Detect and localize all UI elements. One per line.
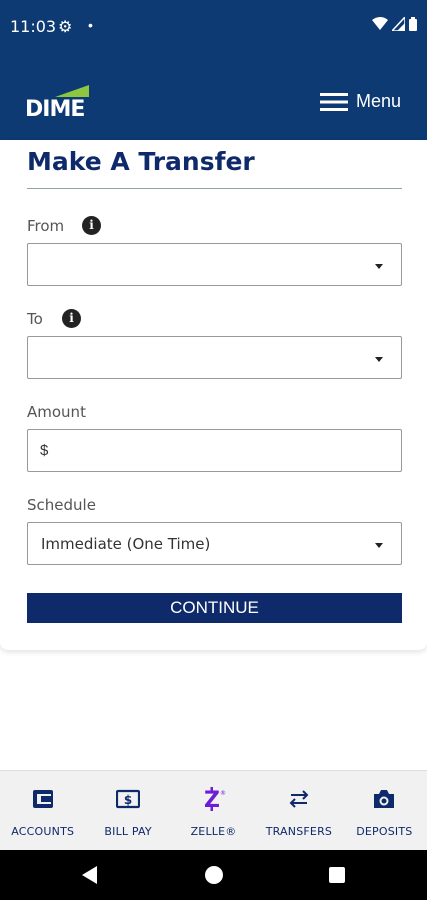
schedule-select[interactable]: Immediate (One Time) — [27, 522, 402, 565]
back-triangle-icon[interactable] — [82, 866, 97, 884]
amount-field[interactable]: $ — [27, 429, 402, 472]
nav-transfers[interactable]: TRANSFERS — [256, 771, 341, 850]
notification-dot-icon: • — [88, 17, 93, 33]
nav-deposits-label: DEPOSITS — [356, 825, 413, 838]
menu-label: Menu — [355, 91, 401, 111]
status-icons — [372, 17, 417, 31]
nav-zelle[interactable]: Z ® ZELLE® — [171, 771, 256, 850]
bill-icon: $ — [116, 787, 141, 811]
settings-gear-icon: ⚙ — [58, 19, 73, 36]
from-account-select[interactable] — [27, 243, 402, 286]
page-title: Make A Transfer — [27, 147, 255, 176]
recent-apps-square-icon[interactable] — [329, 867, 345, 883]
chevron-down-icon — [375, 264, 383, 269]
nav-zelle-label: ZELLE® — [190, 825, 237, 838]
to-label: To — [27, 310, 43, 328]
title-divider — [27, 188, 402, 189]
menu-button[interactable]: Menu — [319, 91, 401, 112]
hamburger-icon — [319, 92, 348, 111]
home-circle-icon[interactable] — [205, 866, 223, 884]
nav-bill-pay[interactable]: $ BILL PAY — [85, 771, 170, 850]
status-time: 11:03 — [10, 17, 57, 36]
zelle-icon: Z ® — [202, 787, 226, 811]
battery-icon — [409, 17, 417, 31]
chevron-down-icon — [375, 543, 383, 548]
currency-prefix: $ — [40, 442, 49, 459]
bottom-nav: ACCOUNTS $ BILL PAY Z ® ZELLE® TRANSFERS … — [0, 770, 427, 850]
nav-transfers-label: TRANSFERS — [265, 825, 333, 838]
from-label: From — [27, 217, 65, 235]
app-header: DIME Menu — [0, 55, 427, 140]
cell-signal-icon — [392, 17, 405, 31]
status-bar: 11:03 ⚙ • — [0, 0, 427, 55]
to-info-icon[interactable]: i — [62, 309, 81, 328]
chevron-down-icon — [375, 357, 383, 362]
continue-button[interactable]: CONTINUE — [27, 593, 402, 623]
from-info-icon[interactable]: i — [82, 216, 101, 235]
wallet-icon — [32, 787, 54, 811]
transfer-form-card: Make A Transfer From i To i Amount $ Sch… — [0, 140, 427, 650]
amount-input[interactable] — [56, 431, 396, 470]
system-nav-bar — [0, 850, 427, 900]
logo-text: DIME — [25, 97, 85, 122]
camera-icon — [372, 787, 396, 811]
nav-accounts-label: ACCOUNTS — [11, 825, 75, 838]
svg-text:$: $ — [124, 793, 132, 807]
schedule-label: Schedule — [27, 496, 96, 514]
amount-label: Amount — [27, 403, 86, 421]
schedule-select-value: Immediate (One Time) — [41, 535, 211, 553]
transfer-arrows-icon — [287, 787, 311, 811]
nav-deposits[interactable]: DEPOSITS — [342, 771, 427, 850]
svg-text:®: ® — [220, 790, 226, 797]
nav-bill-pay-label: BILL PAY — [104, 825, 152, 838]
nav-accounts[interactable]: ACCOUNTS — [0, 771, 85, 850]
dime-logo[interactable]: DIME — [25, 83, 95, 123]
to-account-select[interactable] — [27, 336, 402, 379]
wifi-icon — [372, 17, 388, 30]
